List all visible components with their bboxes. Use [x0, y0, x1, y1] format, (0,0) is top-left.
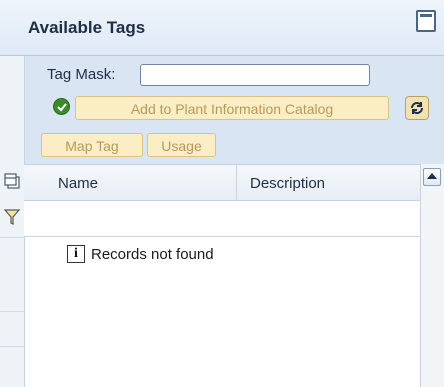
add-to-catalog-button[interactable]: Add to Plant Information Catalog: [75, 96, 389, 120]
gutter-divider: [0, 237, 24, 238]
filter-row[interactable]: [24, 201, 420, 237]
vertical-scrollbar[interactable]: [420, 164, 444, 387]
search-toolbar: Tag Mask: Add to Plant Information Catal…: [24, 56, 444, 164]
filter-icon[interactable]: [2, 206, 22, 228]
table-body: i Records not found: [24, 237, 420, 387]
column-divider: [236, 165, 237, 201]
minimize-icon[interactable]: [416, 10, 436, 32]
map-tag-button[interactable]: Map Tag: [41, 133, 143, 157]
panel-title: Available Tags: [28, 18, 146, 37]
empty-message: Records not found: [91, 246, 214, 263]
usage-button[interactable]: Usage: [147, 133, 216, 157]
column-header-name[interactable]: Name: [58, 175, 98, 192]
scroll-up-arrow-icon[interactable]: [423, 168, 441, 186]
info-icon: i: [67, 245, 85, 263]
tag-mask-label: Tag Mask:: [47, 66, 116, 83]
check-icon[interactable]: [53, 98, 70, 115]
panel-header: Available Tags: [0, 0, 444, 56]
column-header-description[interactable]: Description: [250, 175, 325, 192]
tag-mask-input[interactable]: [140, 64, 370, 86]
refresh-icon[interactable]: [405, 96, 429, 120]
gutter-divider: [0, 346, 24, 347]
column-settings-icon[interactable]: [2, 170, 22, 192]
table-header: Name Description: [24, 164, 420, 201]
gutter-divider: [0, 311, 24, 312]
